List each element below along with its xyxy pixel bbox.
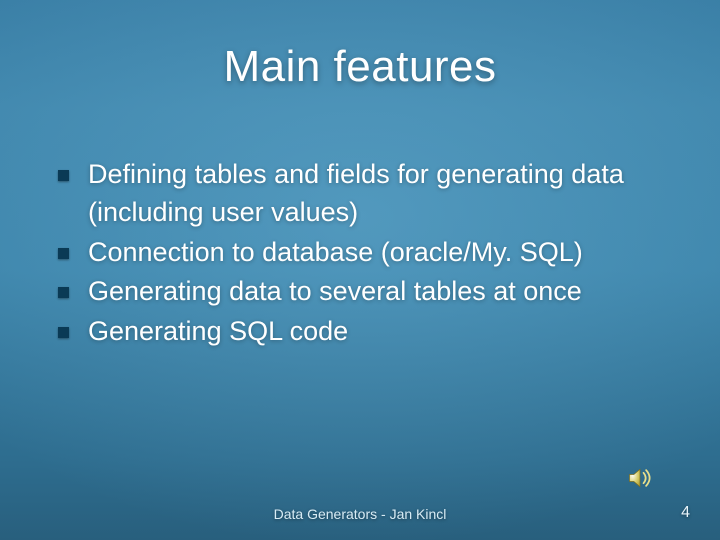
- page-number: 4: [681, 504, 690, 522]
- list-item: Generating SQL code: [44, 313, 684, 351]
- list-item: Defining tables and fields for generatin…: [44, 156, 684, 232]
- bullet-text: Generating SQL code: [88, 316, 348, 346]
- slide: Main features Defining tables and fields…: [0, 0, 720, 540]
- slide-title: Main features: [36, 42, 684, 92]
- bullet-text: Defining tables and fields for generatin…: [88, 159, 624, 227]
- list-item: Generating data to several tables at onc…: [44, 273, 684, 311]
- bullet-text: Generating data to several tables at onc…: [88, 276, 582, 306]
- speaker-icon: [626, 464, 654, 492]
- bullet-list: Defining tables and fields for generatin…: [36, 156, 684, 351]
- bullet-text: Connection to database (oracle/My. SQL): [88, 237, 583, 267]
- list-item: Connection to database (oracle/My. SQL): [44, 234, 684, 272]
- footer-text: Data Generators - Jan Kincl: [0, 506, 720, 522]
